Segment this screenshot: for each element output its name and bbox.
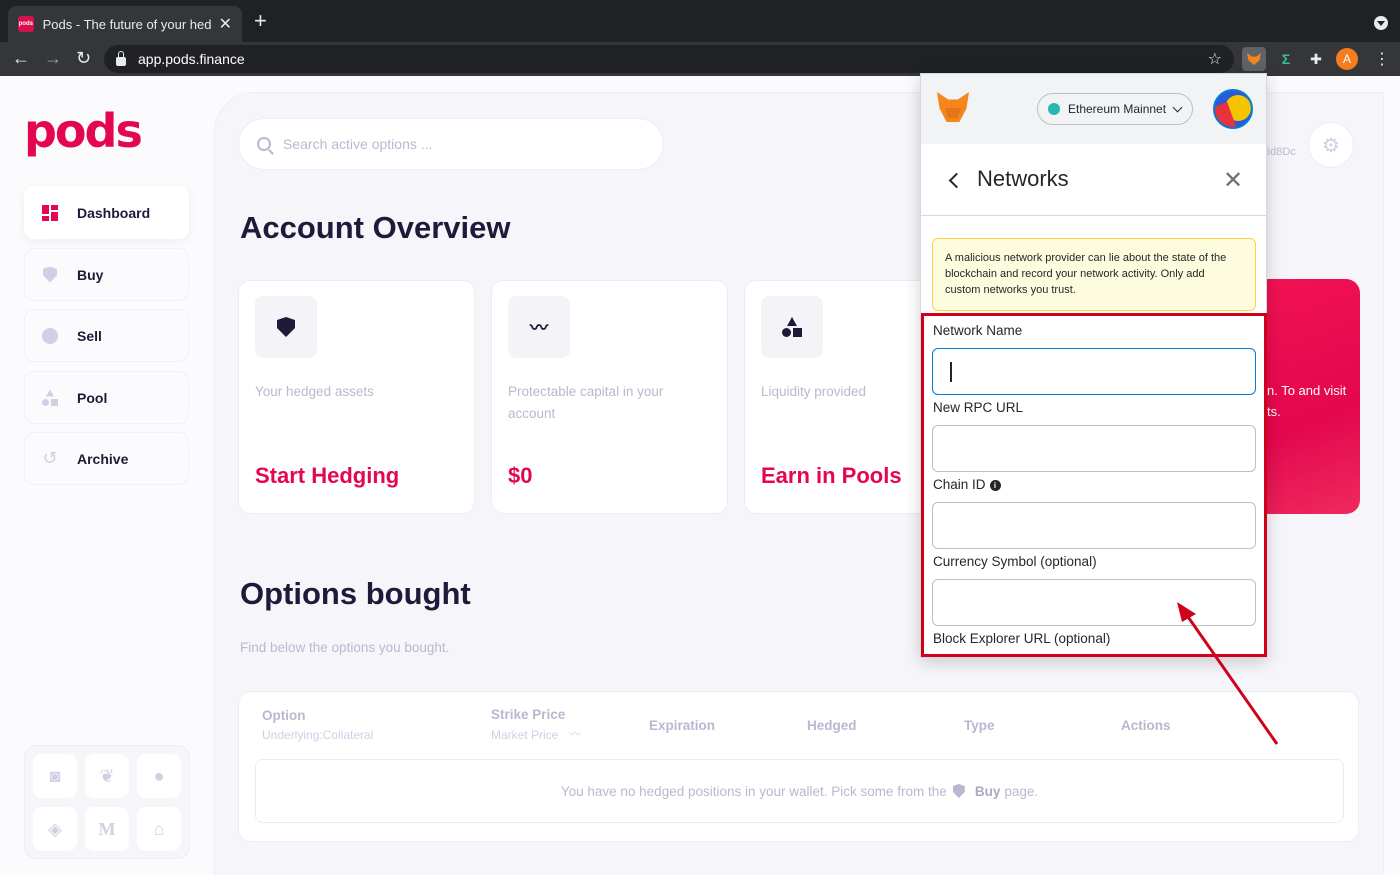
annotation-arrow <box>1177 602 1279 745</box>
